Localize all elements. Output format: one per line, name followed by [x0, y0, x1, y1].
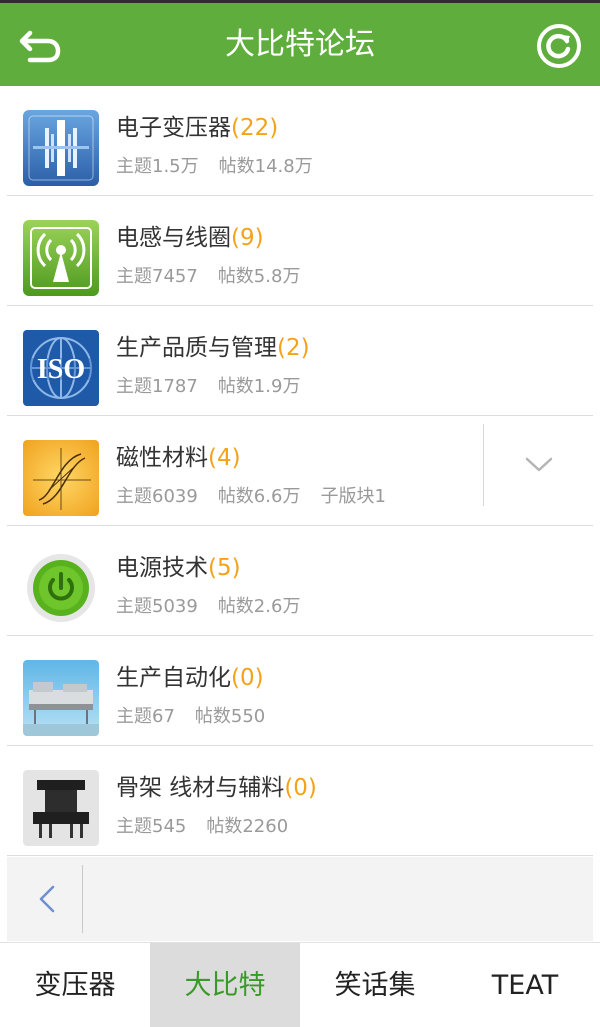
forum-stats: 主题545 帖数2260: [116, 812, 308, 838]
subforum-count: 子版块1: [320, 486, 386, 507]
post-count: 帖数14.8万: [218, 156, 313, 177]
post-count: 帖数2260: [206, 816, 289, 837]
power-button-icon: [23, 550, 99, 626]
coil-bobbin-icon: [23, 770, 99, 846]
tab-transformer[interactable]: 变压器: [0, 943, 150, 1027]
forum-new-count: (22): [231, 115, 279, 141]
post-count: 帖数5.8万: [217, 266, 301, 287]
forum-stats: 主题6039 帖数6.6万 子版块1: [116, 482, 406, 508]
antenna-icon: [23, 220, 99, 296]
topic-count: 主题67: [116, 706, 175, 727]
expand-subforum-button[interactable]: [483, 424, 593, 506]
topic-count: 主题7457: [116, 266, 198, 287]
forum-item[interactable]: 电子变压器(22) 主题1.5万 帖数14.8万: [7, 86, 593, 196]
iso-globe-icon: ISO: [23, 330, 99, 406]
forum-title: 电源技术(5): [116, 555, 241, 581]
page-title: 大比特论坛: [225, 27, 375, 62]
bottom-tab-bar: 变压器 大比特 笑话集 TEAT: [0, 942, 600, 1027]
chevron-left-icon: [39, 885, 55, 913]
forum-item[interactable]: 电源技术(5) 主题5039 帖数2.6万: [7, 526, 593, 636]
forum-item[interactable]: 生产自动化(0) 主题67 帖数550: [7, 636, 593, 746]
forum-new-count: (0): [284, 775, 317, 801]
topic-count: 主题5039: [116, 596, 198, 617]
forum-stats: 主题1.5万 帖数14.8万: [116, 152, 333, 178]
topic-count: 主题545: [116, 816, 187, 837]
post-count: 帖数1.9万: [217, 376, 301, 397]
forum-stats: 主题1787 帖数1.9万: [116, 372, 320, 398]
refresh-icon: [537, 24, 581, 68]
automation-machine-icon: [23, 660, 99, 736]
topic-count: 主题6039: [116, 486, 198, 507]
previous-button[interactable]: [29, 879, 69, 919]
refresh-button[interactable]: [534, 21, 584, 71]
post-count: 帖数6.6万: [217, 486, 301, 507]
svg-text:ISO: ISO: [37, 354, 85, 385]
tab-teat[interactable]: TEAT: [450, 943, 600, 1027]
forum-item[interactable]: 磁性材料(4) 主题6039 帖数6.6万 子版块1: [7, 416, 593, 526]
forum-stats: 主题7457 帖数5.8万: [116, 262, 320, 288]
forum-title: 磁性材料(4): [116, 445, 241, 471]
pager-divider: [82, 865, 83, 933]
topic-count: 主题1787: [116, 376, 198, 397]
post-count: 帖数550: [194, 706, 266, 727]
tab-jokes[interactable]: 笑话集: [300, 943, 450, 1027]
forum-title: 生产品质与管理(2): [116, 335, 310, 361]
forum-stats: 主题5039 帖数2.6万: [116, 592, 320, 618]
post-count: 帖数2.6万: [217, 596, 301, 617]
forum-new-count: (9): [231, 225, 264, 251]
forum-title: 骨架 线材与辅料(0): [116, 775, 317, 801]
transformer-icon: [23, 110, 99, 186]
tab-dabit[interactable]: 大比特: [150, 943, 300, 1027]
app-header: 大比特论坛: [0, 0, 600, 86]
forum-item[interactable]: 电感与线圈(9) 主题7457 帖数5.8万: [7, 196, 593, 306]
forum-title: 电子变压器(22): [116, 115, 279, 141]
topic-count: 主题1.5万: [116, 156, 199, 177]
magnetic-curve-icon: [23, 440, 99, 516]
forum-new-count: (0): [231, 665, 264, 691]
forum-stats: 主题67 帖数550: [116, 702, 285, 728]
forum-item[interactable]: ISO 生产品质与管理(2) 主题1787 帖数1.9万: [7, 306, 593, 416]
chevron-down-icon: [525, 457, 553, 472]
forum-title: 电感与线圈(9): [116, 225, 264, 251]
forum-title: 生产自动化(0): [116, 665, 264, 691]
pager-bar: [7, 857, 593, 941]
forum-item[interactable]: 骨架 线材与辅料(0) 主题545 帖数2260: [7, 746, 593, 856]
forum-new-count: (2): [277, 335, 310, 361]
forum-new-count: (4): [208, 445, 241, 471]
forum-list: 电子变压器(22) 主题1.5万 帖数14.8万 电感与线圈(9) 主题7457 帖…: [0, 86, 600, 856]
forum-new-count: (5): [208, 555, 241, 581]
